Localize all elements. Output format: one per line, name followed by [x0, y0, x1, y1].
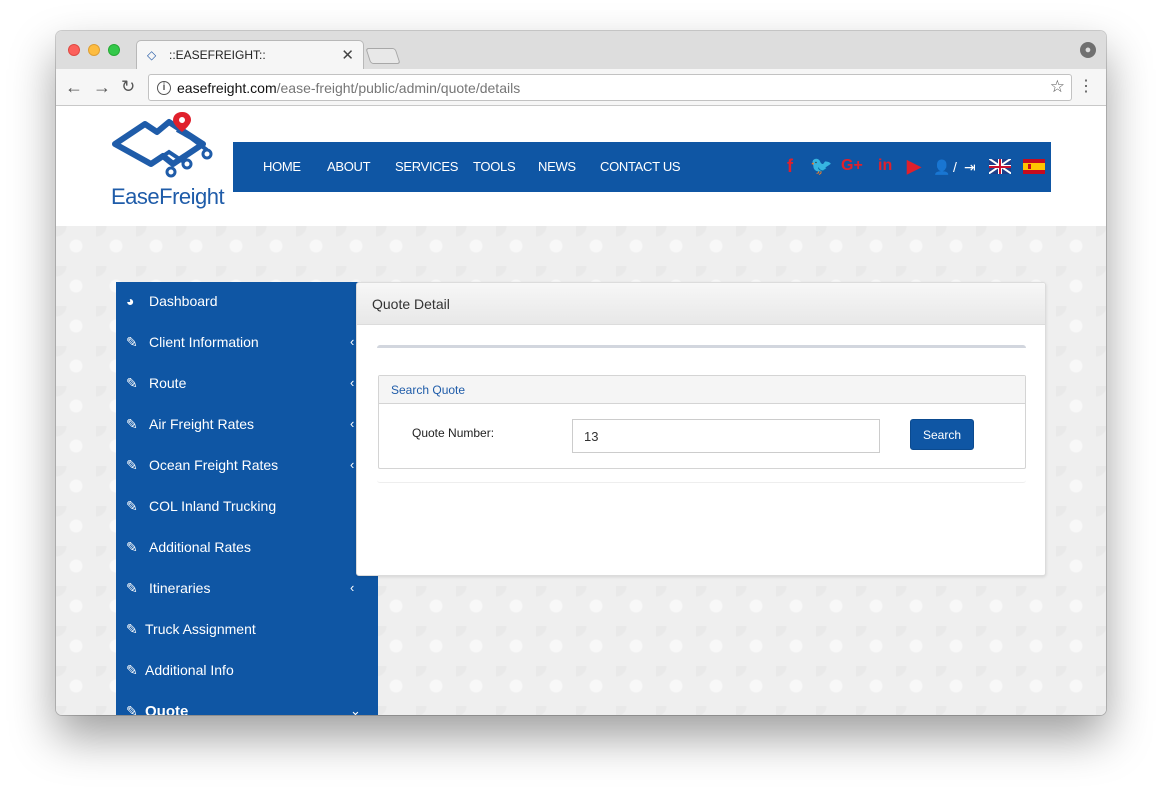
- google-plus-icon[interactable]: G+: [841, 156, 863, 176]
- edit-icon: ✎: [126, 334, 138, 350]
- panel-header: Quote Detail: [357, 283, 1045, 325]
- quote-number-input[interactable]: [572, 419, 880, 453]
- search-quote-box: Search Quote Quote Number: Search: [378, 375, 1026, 469]
- sidebar-item-label: Additional Info: [145, 662, 234, 678]
- browser-menu-icon[interactable]: ⋮: [1078, 76, 1094, 98]
- edit-icon: ✎: [126, 416, 138, 432]
- logo-text: EaseFreight: [111, 184, 225, 209]
- sidebar-item-itineraries[interactable]: ✎ Itineraries ‹: [116, 569, 378, 610]
- spain-flag-icon[interactable]: [1023, 159, 1045, 174]
- tab-title: ::EASEFREIGHT::: [169, 48, 266, 62]
- forward-icon[interactable]: →: [93, 76, 111, 98]
- youtube-icon[interactable]: ▶: [907, 156, 921, 176]
- edit-icon: ✎: [126, 375, 138, 391]
- url-text[interactable]: easefreight.com/ease-freight/public/admi…: [177, 80, 520, 96]
- sidebar-item-label: Truck Assignment: [145, 621, 256, 637]
- sidebar-item-route[interactable]: ✎ Route ‹: [116, 364, 378, 405]
- chevron-left-icon: ‹: [350, 416, 355, 431]
- quote-number-label: Quote Number:: [412, 426, 495, 440]
- sidebar-item-label: Dashboard: [149, 293, 218, 309]
- sidebar-item-air-freight-rates[interactable]: ✎ Air Freight Rates ‹: [116, 405, 378, 446]
- chevron-down-icon: ⌄: [350, 703, 361, 715]
- sidebar-item-label: Ocean Freight Rates: [149, 457, 279, 473]
- sidebar-item-label: Client Information: [149, 334, 259, 350]
- tab-close-icon[interactable]: ✕: [341, 46, 354, 64]
- sidebar-item-client-information[interactable]: ✎ Client Information ‹: [116, 323, 378, 364]
- user-icon[interactable]: 👤: [933, 158, 950, 176]
- reload-icon[interactable]: ↻: [121, 76, 135, 98]
- edit-icon: ✎: [126, 580, 138, 596]
- facebook-icon[interactable]: f: [787, 156, 793, 176]
- uk-flag-icon[interactable]: [989, 159, 1011, 174]
- sidebar-item-dashboard[interactable]: ◕ Dashboard: [116, 282, 378, 323]
- sign-out-icon[interactable]: ⇥: [964, 158, 976, 176]
- sidebar-item-quote[interactable]: ✎ Quote ⌄: [116, 692, 378, 715]
- sidebar-item-additional-rates[interactable]: ✎ Additional Rates: [116, 528, 378, 569]
- sidebar-item-label: Itineraries: [149, 580, 211, 596]
- main-navbar: HOME ABOUT SERVICES TOOLS NEWS CONTACT U…: [233, 142, 1051, 192]
- maximize-window-button[interactable]: [108, 44, 120, 56]
- edit-icon: ✎: [126, 457, 138, 473]
- easefreight-logo[interactable]: EaseFreight: [111, 110, 225, 210]
- page-title: Quote Detail: [372, 296, 450, 312]
- browser-toolbar: ← → ↻ i easefreight.com/ease-freight/pub…: [56, 69, 1106, 106]
- search-button[interactable]: Search: [910, 419, 974, 450]
- admin-sidebar: ◕ Dashboard ✎ Client Information ‹ ✎ Rou…: [116, 282, 378, 715]
- bookmark-star-icon[interactable]: ☆: [1050, 77, 1065, 97]
- web-page: EaseFreight HOME ABOUT SERVICES TOOLS NE…: [56, 106, 1106, 715]
- profile-icon[interactable]: ●: [1080, 42, 1096, 58]
- chevron-left-icon: ‹: [350, 334, 355, 349]
- sidebar-item-label: Route: [149, 375, 187, 391]
- sidebar-item-label: Additional Rates: [149, 539, 251, 555]
- site-info-icon[interactable]: i: [157, 81, 171, 95]
- edit-icon: ✎: [126, 539, 138, 555]
- sidebar-item-truck-assignment[interactable]: ✎ Truck Assignment: [116, 610, 378, 651]
- edit-icon: ✎: [126, 498, 138, 514]
- new-tab-button[interactable]: [365, 48, 401, 64]
- address-bar[interactable]: i easefreight.com/ease-freight/public/ad…: [148, 74, 1072, 101]
- sidebar-item-label: Quote: [145, 703, 189, 715]
- sidebar-item-additional-info[interactable]: ✎ Additional Info: [116, 651, 378, 692]
- minimize-window-button[interactable]: [88, 44, 100, 56]
- back-icon[interactable]: ←: [65, 76, 83, 98]
- sidebar-item-ocean-freight-rates[interactable]: ✎ Ocean Freight Rates ‹: [116, 446, 378, 487]
- dashboard-icon: ◕: [126, 293, 135, 309]
- nav-home[interactable]: HOME: [263, 159, 301, 174]
- url-path: /ease-freight/public/admin/quote/details: [276, 80, 521, 96]
- chevron-left-icon: ‹: [350, 375, 355, 390]
- edit-icon: ✎: [126, 621, 138, 637]
- edit-icon: ✎: [126, 662, 138, 678]
- site-favicon-icon: ◇: [147, 48, 157, 62]
- nav-tools[interactable]: TOOLS: [473, 159, 516, 174]
- user-separator: /: [953, 159, 957, 175]
- linkedin-icon[interactable]: in: [878, 156, 892, 176]
- quote-detail-panel: Quote Detail Search Quote Quote Number: …: [356, 282, 1046, 576]
- logo-mark-icon: [112, 112, 213, 178]
- sidebar-item-label: COL Inland Trucking: [149, 498, 277, 514]
- nav-about[interactable]: ABOUT: [327, 159, 371, 174]
- tab-strip: ◇ ::EASEFREIGHT:: ✕ ●: [56, 31, 1106, 70]
- nav-services[interactable]: SERVICES: [395, 159, 458, 174]
- edit-icon: ✎: [126, 703, 138, 715]
- chevron-left-icon: ‹: [350, 580, 355, 595]
- browser-window: ◇ ::EASEFREIGHT:: ✕ ● ← → ↻ i easefreigh…: [56, 31, 1106, 715]
- sidebar-item-label: Air Freight Rates: [149, 416, 255, 432]
- search-box-header: Search Quote: [379, 376, 1025, 404]
- nav-contact-us[interactable]: CONTACT US: [600, 159, 681, 174]
- browser-tab[interactable]: ◇ ::EASEFREIGHT:: ✕: [136, 40, 364, 70]
- chevron-left-icon: ‹: [350, 457, 355, 472]
- search-box-title: Search Quote: [391, 383, 466, 397]
- nav-news[interactable]: NEWS: [538, 159, 576, 174]
- site-header: EaseFreight HOME ABOUT SERVICES TOOLS NE…: [56, 106, 1106, 226]
- sidebar-item-col-inland-trucking[interactable]: ✎ COL Inland Trucking: [116, 487, 378, 528]
- url-host: easefreight.com: [177, 80, 277, 96]
- close-window-button[interactable]: [68, 44, 80, 56]
- twitter-icon[interactable]: 🐦: [810, 156, 832, 176]
